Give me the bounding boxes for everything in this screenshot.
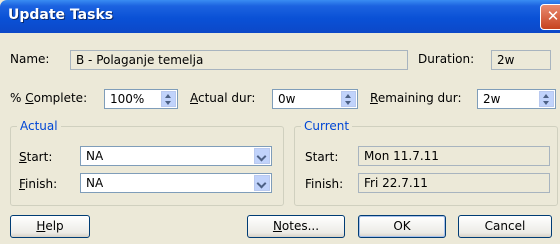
actual-start-value: NA: [86, 149, 104, 163]
current-start-field: Mon 11.7.11: [358, 146, 550, 166]
ok-button[interactable]: OK: [358, 215, 446, 238]
name-label: Name:: [10, 52, 50, 66]
actual-start-dropdown[interactable]: NA: [80, 146, 272, 166]
update-tasks-dialog: Update Tasks ✕ Name: B - Polaganje temel…: [0, 0, 560, 244]
actual-dur-label: Actual dur:: [190, 91, 256, 105]
current-finish-field: Fri 22.7.11: [358, 173, 550, 193]
spin-arrows-icon[interactable]: [341, 91, 356, 107]
actual-finish-value: NA: [86, 176, 104, 190]
actual-dur-stepper[interactable]: 0w: [272, 89, 358, 109]
cancel-button[interactable]: Cancel: [458, 215, 552, 238]
percent-complete-stepper[interactable]: 100%: [104, 89, 178, 109]
current-start-value: Mon 11.7.11: [364, 149, 439, 163]
actual-finish-label: Finish:: [19, 177, 58, 191]
actual-dur-value: 0w: [278, 92, 296, 106]
current-group-title: Current: [301, 119, 353, 133]
remaining-dur-value: 2w: [483, 92, 501, 106]
name-field: B - Polaganje temelja: [70, 50, 408, 70]
actual-group-title: Actual: [17, 119, 61, 133]
current-finish-value: Fri 22.7.11: [364, 176, 428, 190]
percent-complete-label: % Complete:: [10, 91, 88, 105]
remaining-dur-stepper[interactable]: 2w: [477, 89, 556, 109]
title-bar[interactable]: Update Tasks ✕: [0, 0, 560, 33]
actual-finish-dropdown[interactable]: NA: [80, 173, 272, 193]
spin-arrows-icon[interactable]: [161, 91, 176, 107]
name-value: B - Polaganje temelja: [76, 53, 204, 67]
current-finish-label: Finish:: [305, 177, 344, 191]
help-button[interactable]: Help: [10, 215, 90, 238]
close-icon[interactable]: ✕: [540, 4, 560, 30]
current-group: Current: [294, 119, 558, 206]
remaining-dur-label: Remaining dur:: [370, 91, 462, 105]
chevron-down-icon[interactable]: [254, 148, 270, 164]
actual-group: Actual: [10, 119, 284, 206]
notes-button[interactable]: Notes...: [247, 215, 345, 238]
chevron-down-icon[interactable]: [254, 175, 270, 191]
percent-complete-value: 100%: [110, 92, 145, 106]
duration-field: 2w: [491, 50, 551, 70]
dialog-title: Update Tasks: [8, 7, 114, 23]
duration-value: 2w: [497, 53, 515, 67]
actual-start-label: Start:: [19, 150, 53, 164]
current-start-label: Start:: [305, 150, 339, 164]
duration-label: Duration:: [418, 52, 475, 66]
spin-arrows-icon[interactable]: [539, 91, 554, 107]
